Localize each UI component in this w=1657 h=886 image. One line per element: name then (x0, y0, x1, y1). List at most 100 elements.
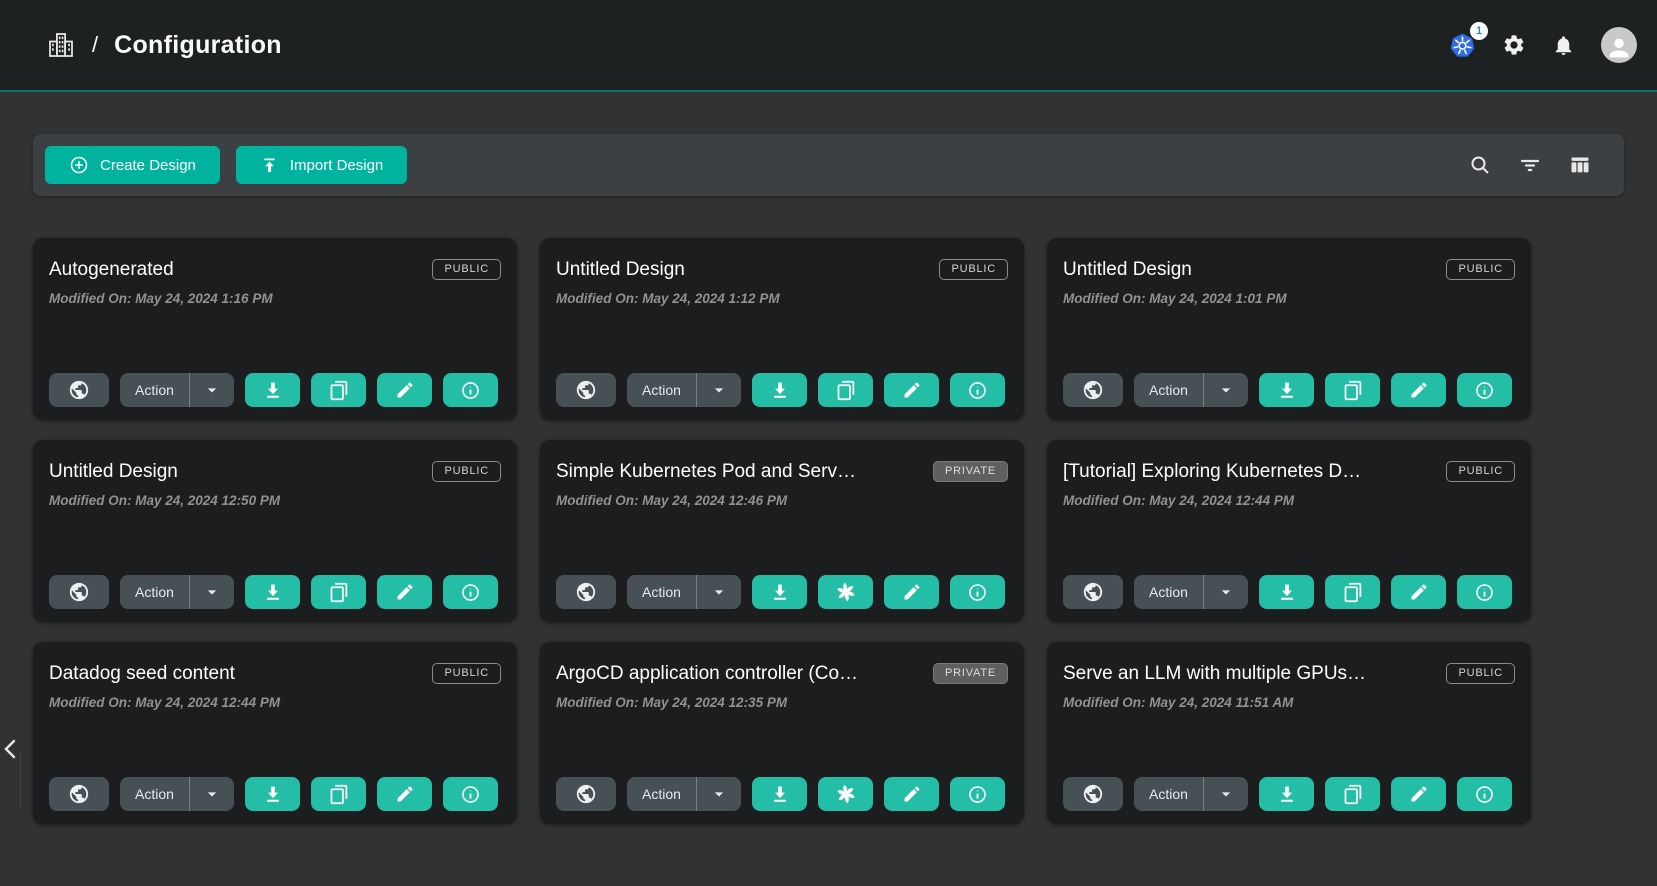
user-menu-button[interactable] (1599, 25, 1639, 65)
action-dropdown-button[interactable] (190, 575, 234, 609)
edit-button[interactable] (377, 373, 432, 407)
design-card[interactable]: [Tutorial] Exploring Kubernetes D… PUBLI… (1047, 440, 1531, 622)
design-pinwheel-button[interactable] (818, 777, 873, 811)
action-button[interactable]: Action (627, 777, 697, 811)
action-button-label: Action (642, 382, 681, 398)
visibility-globe-button[interactable] (556, 777, 616, 811)
info-button[interactable] (443, 575, 498, 609)
table-view-button[interactable] (1564, 149, 1596, 181)
search-button[interactable] (1464, 149, 1496, 181)
notifications-button[interactable] (1550, 32, 1577, 59)
clone-button[interactable] (311, 575, 366, 609)
design-card[interactable]: Untitled Design PUBLIC Modified On: May … (33, 440, 517, 622)
filter-button[interactable] (1514, 149, 1546, 181)
card-header: Untitled Design PUBLIC (556, 252, 1008, 281)
action-button[interactable]: Action (627, 373, 697, 407)
visibility-globe-button[interactable] (1063, 373, 1123, 407)
edit-button[interactable] (884, 373, 939, 407)
clone-button[interactable] (1325, 575, 1380, 609)
visibility-globe-button[interactable] (49, 777, 109, 811)
visibility-badge: PUBLIC (432, 259, 501, 280)
card-header: Untitled Design PUBLIC (1063, 252, 1515, 281)
action-dropdown-button[interactable] (697, 373, 741, 407)
design-pinwheel-button[interactable] (818, 575, 873, 609)
download-button[interactable] (1259, 575, 1314, 609)
action-button[interactable]: Action (120, 373, 190, 407)
action-dropdown-button[interactable] (1204, 373, 1248, 407)
import-design-button[interactable]: Import Design (236, 146, 407, 184)
edit-button[interactable] (1391, 777, 1446, 811)
action-button[interactable]: Action (627, 575, 697, 609)
clone-button[interactable] (311, 373, 366, 407)
clone-button[interactable] (311, 777, 366, 811)
visibility-badge: PUBLIC (432, 461, 501, 482)
info-button[interactable] (950, 777, 1005, 811)
visibility-globe-button[interactable] (1063, 777, 1123, 811)
info-button[interactable] (1457, 777, 1512, 811)
create-design-button[interactable]: Create Design (45, 146, 220, 184)
action-dropdown-button[interactable] (697, 575, 741, 609)
action-dropdown-button[interactable] (1204, 777, 1248, 811)
clone-button[interactable] (1325, 373, 1380, 407)
download-button[interactable] (752, 373, 807, 407)
info-button[interactable] (950, 575, 1005, 609)
design-card[interactable]: ArgoCD application controller (Co… PRIVA… (540, 642, 1024, 824)
action-dropdown-button[interactable] (190, 777, 234, 811)
design-card[interactable]: Autogenerated PUBLIC Modified On: May 24… (33, 238, 517, 420)
info-button[interactable] (443, 777, 498, 811)
visibility-globe-button[interactable] (49, 575, 109, 609)
edit-button[interactable] (884, 575, 939, 609)
edit-button[interactable] (1391, 575, 1446, 609)
action-split-button: Action (120, 373, 234, 407)
design-title: Autogenerated (49, 259, 420, 281)
download-icon (262, 379, 284, 401)
action-dropdown-button[interactable] (1204, 575, 1248, 609)
action-button[interactable]: Action (120, 777, 190, 811)
visibility-globe-button[interactable] (49, 373, 109, 407)
card-actions: Action (556, 777, 1008, 811)
download-button[interactable] (245, 575, 300, 609)
visibility-globe-button[interactable] (556, 373, 616, 407)
action-button[interactable]: Action (1134, 373, 1204, 407)
globe-icon (1082, 783, 1104, 805)
copy-icon (328, 784, 349, 805)
organization-icon[interactable] (46, 30, 76, 60)
edit-button[interactable] (377, 777, 432, 811)
sidebar-collapse-handle[interactable] (2, 736, 22, 762)
download-button[interactable] (245, 373, 300, 407)
action-dropdown-button[interactable] (697, 777, 741, 811)
design-card[interactable]: Untitled Design PUBLIC Modified On: May … (1047, 238, 1531, 420)
action-button[interactable]: Action (1134, 575, 1204, 609)
settings-button[interactable] (1500, 31, 1528, 59)
pencil-icon (395, 380, 415, 400)
info-button[interactable] (950, 373, 1005, 407)
edit-button[interactable] (1391, 373, 1446, 407)
toolbar-actions: Create Design Import Design (45, 146, 407, 184)
edit-button[interactable] (377, 575, 432, 609)
clone-button[interactable] (818, 373, 873, 407)
design-title: Datadog seed content (49, 663, 420, 685)
clone-button[interactable] (1325, 777, 1380, 811)
download-button[interactable] (752, 777, 807, 811)
design-card[interactable]: Untitled Design PUBLIC Modified On: May … (540, 238, 1024, 420)
info-button[interactable] (443, 373, 498, 407)
design-card[interactable]: Datadog seed content PUBLIC Modified On:… (33, 642, 517, 824)
card-header: Serve an LLM with multiple GPUs… PUBLIC (1063, 656, 1515, 685)
design-card[interactable]: Simple Kubernetes Pod and Serv… PRIVATE … (540, 440, 1024, 622)
info-button[interactable] (1457, 575, 1512, 609)
kubernetes-context-button[interactable]: 1 (1447, 30, 1478, 61)
download-button[interactable] (752, 575, 807, 609)
download-button[interactable] (245, 777, 300, 811)
action-button-label: Action (642, 584, 681, 600)
action-button[interactable]: Action (120, 575, 190, 609)
info-button[interactable] (1457, 373, 1512, 407)
visibility-globe-button[interactable] (1063, 575, 1123, 609)
download-button[interactable] (1259, 373, 1314, 407)
design-card[interactable]: Serve an LLM with multiple GPUs… PUBLIC … (1047, 642, 1531, 824)
visibility-badge: PRIVATE (933, 663, 1008, 684)
edit-button[interactable] (884, 777, 939, 811)
action-button[interactable]: Action (1134, 777, 1204, 811)
action-dropdown-button[interactable] (190, 373, 234, 407)
download-button[interactable] (1259, 777, 1314, 811)
visibility-globe-button[interactable] (556, 575, 616, 609)
